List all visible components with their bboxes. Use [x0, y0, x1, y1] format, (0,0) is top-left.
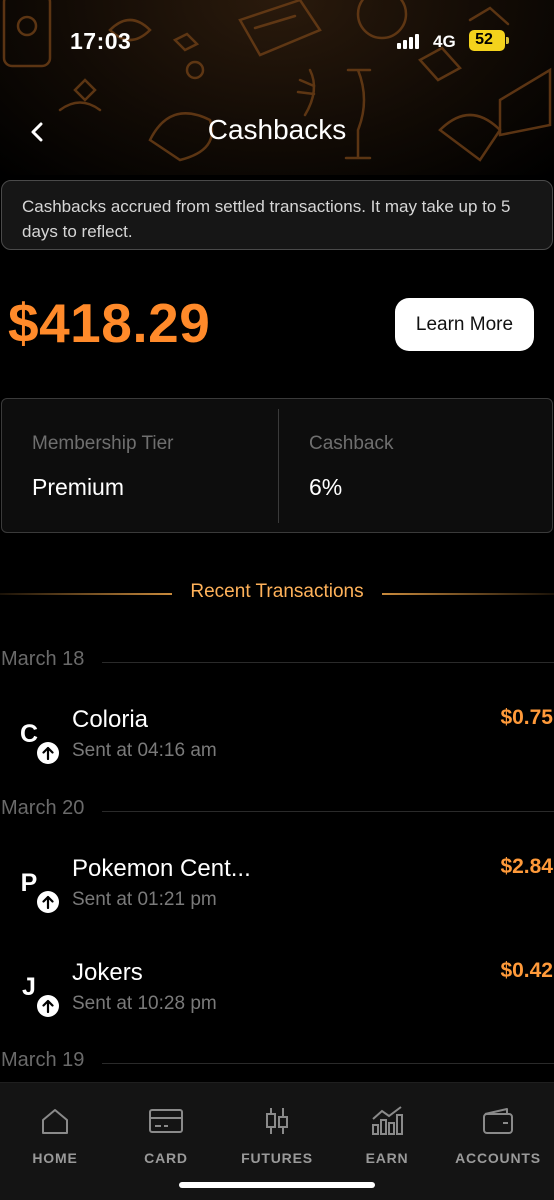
card-divider — [278, 409, 279, 523]
cashback-amount: $0.42 — [500, 959, 553, 982]
tab-home[interactable]: HOME — [0, 1105, 110, 1166]
merchant-name: Jokers — [72, 959, 143, 986]
tab-futures[interactable]: FUTURES — [222, 1105, 332, 1166]
candlestick-icon — [222, 1105, 332, 1137]
arrow-up-icon — [37, 891, 59, 913]
date-group-header: March 18 — [0, 648, 554, 678]
divider-line — [0, 593, 172, 595]
date-label: March 20 — [1, 797, 85, 819]
date-divider — [102, 1063, 554, 1064]
cashback-amount: $2.84 — [500, 855, 553, 878]
arrow-up-icon — [37, 742, 59, 764]
transaction-time: Sent at 10:28 pm — [72, 993, 217, 1014]
date-label: March 19 — [1, 1049, 85, 1071]
tab-label: ACCOUNTS — [455, 1150, 541, 1166]
learn-more-button[interactable]: Learn More — [395, 298, 534, 351]
tab-label: HOME — [32, 1150, 78, 1166]
date-divider — [102, 811, 554, 812]
battery-icon: 52 — [469, 30, 509, 51]
date-divider — [102, 662, 554, 663]
cashback-amount: $0.75 — [500, 706, 553, 729]
date-label: March 18 — [1, 648, 85, 670]
status-bar: 17:03 4G 52 — [0, 0, 554, 84]
membership-card: Membership Tier Premium Cashback 6% — [1, 398, 553, 533]
tab-earn[interactable]: EARN — [332, 1105, 442, 1166]
date-group-header: March 20 — [0, 797, 554, 827]
membership-tier: Membership Tier Premium — [32, 433, 174, 501]
tab-label: CARD — [144, 1150, 188, 1166]
membership-tier-value: Premium — [32, 474, 125, 500]
transaction-row[interactable]: C Coloria Sent at 04:16 am $0.75 — [0, 706, 554, 784]
membership-tier-label: Membership Tier — [32, 433, 174, 454]
battery-level: 52 — [475, 31, 493, 48]
home-indicator — [179, 1182, 375, 1188]
merchant-name: Pokemon Cent... — [72, 855, 251, 882]
merchant-name: Coloria — [72, 706, 149, 733]
tab-card[interactable]: CARD — [111, 1105, 221, 1166]
transaction-row[interactable]: P Pokemon Cent... Sent at 01:21 pm $2.84 — [0, 855, 554, 933]
arrow-up-icon — [37, 995, 59, 1017]
transaction-time: Sent at 04:16 am — [72, 740, 217, 761]
tab-label: FUTURES — [241, 1150, 313, 1166]
page-title: Cashbacks — [207, 114, 347, 145]
divider-line — [382, 593, 554, 595]
cashback-balance: $418.29 — [8, 292, 211, 354]
tab-accounts[interactable]: ACCOUNTS — [443, 1105, 553, 1166]
merchant-initial: J — [22, 973, 36, 1001]
cashback-rate-value: 6% — [309, 474, 343, 500]
merchant-initial: C — [19, 720, 39, 748]
transaction-row[interactable]: J Jokers Sent at 10:28 pm $0.42 — [0, 959, 554, 1037]
cashback-rate-label: Cashback — [309, 433, 394, 454]
network-type: 4G — [433, 32, 456, 51]
home-icon — [0, 1105, 110, 1137]
status-time: 17:03 — [70, 28, 132, 54]
tab-label: EARN — [365, 1150, 409, 1166]
merchant-initial: P — [20, 869, 38, 897]
date-group-header: March 19 — [0, 1049, 554, 1079]
signal-strength-icon — [397, 33, 425, 49]
bar-chart-icon — [332, 1105, 442, 1137]
wallet-icon — [443, 1105, 553, 1137]
section-title: Recent Transactions — [190, 581, 364, 602]
card-icon — [111, 1105, 221, 1137]
transaction-time: Sent at 01:21 pm — [72, 889, 217, 910]
recent-transactions-heading: Recent Transactions — [0, 580, 554, 608]
info-banner: Cashbacks accrued from settled transacti… — [1, 180, 553, 250]
cashback-rate: Cashback 6% — [309, 433, 394, 501]
